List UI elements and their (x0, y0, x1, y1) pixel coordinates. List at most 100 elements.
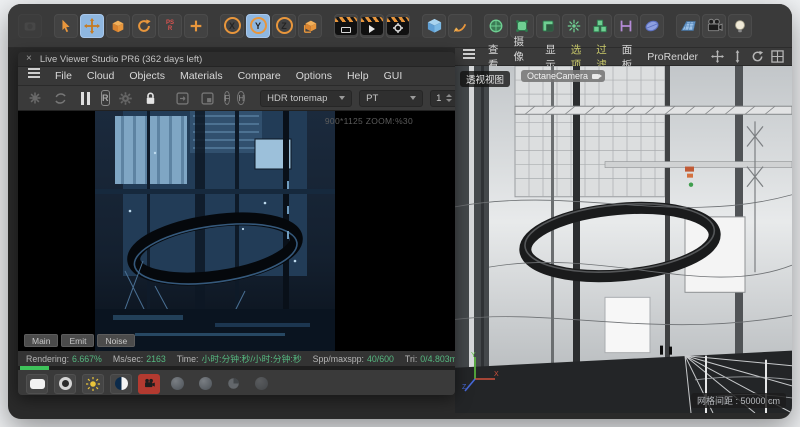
buffer-tab-main[interactable]: Main (24, 334, 58, 347)
render-region-icon[interactable] (199, 89, 217, 107)
restart-render-button[interactable]: R (101, 90, 110, 106)
cube-icon (426, 17, 443, 34)
deformer-button[interactable] (640, 14, 664, 38)
add-cube-button[interactable] (422, 14, 446, 38)
vp-menu-prorender[interactable]: ProRender (647, 51, 698, 63)
gear-icon[interactable] (117, 89, 135, 107)
focus-picker-button[interactable]: F (224, 91, 231, 105)
render-view-icon (335, 17, 357, 35)
cursor-icon (58, 18, 74, 34)
viewport-canvas[interactable]: 透视视图 OctaneCamera 网格间距 : 50000 cm Y X Z (455, 66, 792, 413)
live-viewer-title: Live Viewer Studio PR6 (362 days left) (40, 54, 202, 65)
y-axis-icon: Y (250, 17, 267, 34)
refresh-icon[interactable] (51, 89, 69, 107)
x-axis-icon: X (224, 17, 241, 34)
live-viewer-toolbar: R F H HDR tonemap PT 1 (18, 86, 455, 111)
x-axis-button[interactable]: X (220, 14, 244, 38)
glossy-material-icon (59, 377, 72, 390)
glossy-material-button[interactable] (54, 374, 76, 394)
lv-menu-materials[interactable]: Materials (180, 70, 223, 82)
dolly-view-icon[interactable] (731, 50, 744, 63)
deformer-sphere-icon (644, 18, 660, 34)
tonemap-dropdown[interactable]: HDR tonemap (260, 90, 352, 107)
settings-star-icon[interactable] (26, 89, 44, 107)
octane-camera-button[interactable] (138, 374, 160, 394)
lock-resolution-icon[interactable] (142, 89, 160, 107)
diffuse-material-icon (30, 379, 45, 389)
render-picture-viewer-button[interactable] (360, 14, 384, 38)
specular-material-button[interactable] (166, 374, 188, 394)
main-toolbar: PSR X Y Z (8, 4, 792, 48)
scale-tool-button[interactable] (106, 14, 130, 38)
cinema4d-window: PSR X Y Z (8, 4, 792, 419)
lv-menu-options[interactable]: Options (296, 70, 332, 82)
diffuse-material-button[interactable] (26, 374, 48, 394)
specular-sphere-icon (171, 377, 184, 390)
mix-sphere-icon (227, 377, 240, 390)
status-rendering: Rendering:6.667% (26, 354, 102, 364)
z-axis-icon: Z (276, 17, 293, 34)
field-button[interactable] (562, 14, 586, 38)
rotate-tool-button[interactable] (132, 14, 156, 38)
lv-menu-file[interactable]: File (55, 70, 72, 82)
lv-menu-help[interactable]: Help (347, 70, 369, 82)
y-axis-button[interactable]: Y (246, 14, 270, 38)
light-button[interactable] (728, 14, 752, 38)
pan-view-icon[interactable] (711, 50, 724, 63)
octane-render-image (95, 111, 335, 351)
samples-stepper[interactable]: 1 (430, 90, 455, 107)
render-buffer-tabs: Main Emit Noise (24, 334, 135, 347)
render-picture-viewer-icon (361, 17, 383, 35)
camera-tag-icon (143, 377, 156, 390)
status-ms-sec: Ms/sec:2163 (113, 354, 166, 364)
select-tool-button[interactable] (54, 14, 78, 38)
boole-cube-button[interactable] (536, 14, 560, 38)
send-to-picture-viewer-icon[interactable] (174, 89, 192, 107)
disabled-tool-icon (18, 14, 42, 38)
close-icon[interactable]: × (26, 54, 32, 64)
svg-text:Z: Z (462, 384, 467, 391)
toggle-panel-icon[interactable] (771, 50, 784, 63)
metal-sphere-icon (199, 377, 212, 390)
octane-light-button[interactable] (82, 374, 104, 394)
lv-menu-cloud[interactable]: Cloud (87, 70, 114, 82)
render-status-bar: Rendering:6.667% Ms/sec:2163 Time:小时:分钟:… (18, 351, 455, 366)
portal-material-button[interactable] (250, 374, 272, 394)
opengl-scene (455, 66, 792, 413)
cloner-button[interactable] (588, 14, 612, 38)
subdivision-surface-button[interactable] (484, 14, 508, 38)
measure-button[interactable] (614, 14, 638, 38)
mix-material-button[interactable] (222, 374, 244, 394)
render-settings-icon (387, 17, 409, 35)
environment-button[interactable] (110, 374, 132, 394)
rotate-view-icon[interactable] (751, 50, 764, 63)
camera-button[interactable] (702, 14, 726, 38)
psr-tool-button[interactable]: PSR (158, 14, 182, 38)
coordinate-system-button[interactable] (298, 14, 322, 38)
live-viewer-titlebar[interactable]: × Live Viewer Studio PR6 (362 days left) (18, 52, 455, 67)
metal-material-button[interactable] (194, 374, 216, 394)
measure-icon (618, 18, 634, 34)
buffer-tab-emit[interactable]: Emit (61, 334, 94, 347)
lv-menu-compare[interactable]: Compare (238, 70, 281, 82)
grid-spacing-label: 网格间距 : 50000 cm (691, 393, 786, 408)
render-progress-bar (18, 366, 455, 370)
chevron-down-icon (339, 96, 345, 100)
render-view-area[interactable]: 900*1125 ZOOM:%30 Main Emit Noise (18, 111, 455, 351)
move-tool-button[interactable] (80, 14, 104, 38)
stepper-arrows-icon[interactable] (446, 94, 452, 102)
lv-menu-objects[interactable]: Objects (129, 70, 165, 82)
floor-button[interactable] (676, 14, 700, 38)
kernel-dropdown[interactable]: PT (359, 90, 423, 107)
add-tool-button[interactable] (184, 14, 208, 38)
active-camera-label[interactable]: OctaneCamera (521, 70, 605, 82)
material-picker-button[interactable]: H (237, 91, 245, 105)
render-settings-button[interactable] (386, 14, 410, 38)
buffer-tab-noise[interactable]: Noise (97, 334, 135, 347)
pause-button[interactable] (76, 89, 94, 107)
view-label[interactable]: 透视视图 (460, 71, 510, 87)
render-view-button[interactable] (334, 14, 358, 38)
lv-menu-gui[interactable]: GUI (384, 70, 403, 82)
spline-pen-button[interactable] (448, 14, 472, 38)
z-axis-button[interactable]: Z (272, 14, 296, 38)
